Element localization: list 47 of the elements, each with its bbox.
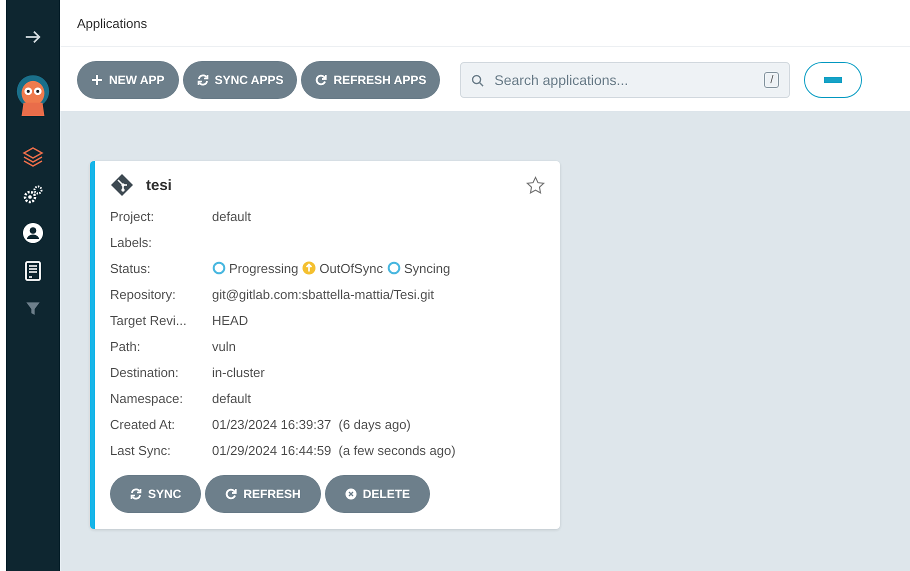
toolbar-button[interactable]: REFRESH APPS: [301, 61, 440, 99]
field-label: Status:: [110, 260, 152, 276]
refresh-icon: [315, 74, 328, 86]
app-card[interactable]: [90, 161, 560, 529]
field-label: Repository:: [110, 286, 177, 302]
user-icon[interactable]: [21, 221, 45, 245]
page-title: Applications: [77, 16, 148, 30]
delete-icon: [344, 488, 357, 500]
plus-icon: [91, 74, 103, 86]
search-field[interactable]: Search applications...: [492, 71, 756, 89]
sync-icon: [196, 74, 209, 86]
field-label: Last Sync:: [110, 442, 172, 458]
status-text: Progressing: [229, 260, 298, 276]
field-label: Path:: [110, 338, 142, 354]
field-label: Namespace:: [110, 390, 184, 406]
field-value: vuln: [212, 338, 237, 354]
card-action-button[interactable]: SYNC: [110, 475, 202, 513]
git-icon: [110, 173, 134, 197]
field-label: Labels:: [110, 234, 153, 250]
field-value: default: [212, 390, 252, 406]
field-value: 01/23/2024 16:39:37 (6 days ago): [212, 416, 412, 432]
layers-icon[interactable]: [21, 145, 45, 169]
list-view-icon: [823, 76, 844, 84]
shortcut-key: /: [764, 72, 780, 88]
field-label: Target Revi...: [110, 312, 188, 328]
status-text: Syncing: [404, 260, 450, 276]
expand-arrow-icon[interactable]: [24, 28, 42, 46]
card-action-button[interactable]: DELETE: [324, 475, 430, 513]
toolbar-button[interactable]: NEW APP: [77, 61, 179, 99]
field-value: default: [212, 208, 252, 224]
field-value: 01/29/2024 16:44:59 (a few seconds ago): [212, 442, 457, 458]
field-value: HEAD: [212, 312, 250, 328]
field-label: Destination:: [110, 364, 180, 380]
field-label: Project:: [110, 208, 156, 224]
search-bar[interactable]: Search applications... /: [460, 62, 790, 98]
app-name: tesi: [146, 176, 173, 194]
sync-icon: [130, 488, 142, 500]
search-icon: [471, 74, 484, 86]
star-icon[interactable]: [526, 176, 545, 194]
field-value: git@gitlab.com:sbattella-mattia/Tesi.git: [212, 286, 436, 302]
refresh-icon: [225, 488, 238, 500]
view-toggle-button[interactable]: [804, 62, 862, 98]
field-value: in-cluster: [212, 364, 266, 380]
field-label: Created At:: [110, 416, 176, 432]
status-text: OutOfSync: [319, 260, 383, 276]
toolbar-button[interactable]: SYNC APPS: [182, 61, 298, 99]
card-action-button[interactable]: REFRESH: [205, 475, 321, 513]
